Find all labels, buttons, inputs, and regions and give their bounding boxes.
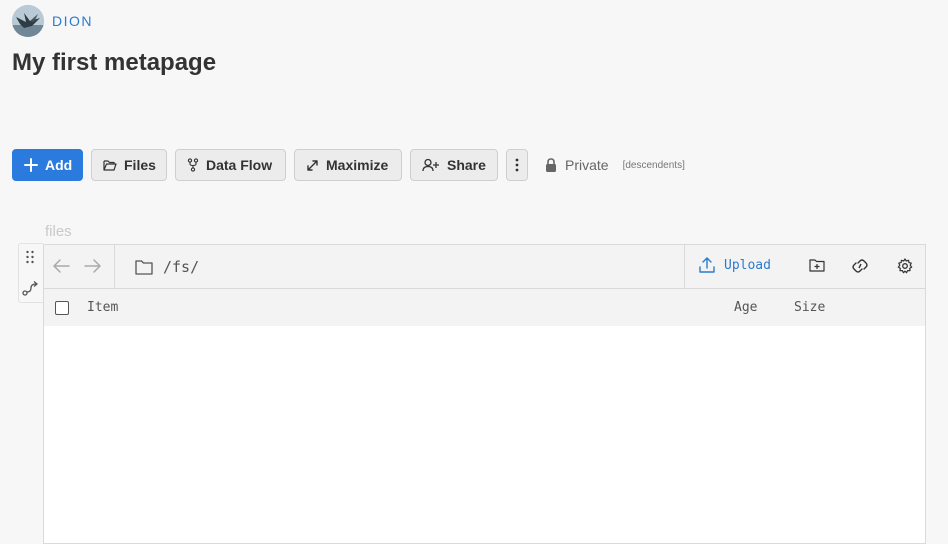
folder-icon <box>135 259 153 275</box>
file-browser-panel: /fs/ Upload Item Age Size <box>43 244 926 544</box>
link-icon[interactable] <box>851 258 869 279</box>
privacy-scope: [descendents] <box>622 159 685 171</box>
column-size[interactable]: Size <box>794 300 825 315</box>
maximize-button[interactable]: Maximize <box>294 149 402 181</box>
gear-icon[interactable] <box>897 258 913 279</box>
page-title: My first metapage <box>12 49 217 76</box>
folder-open-icon <box>103 159 117 171</box>
git-fork-icon <box>187 158 199 172</box>
file-list-header: Item Age Size <box>44 289 925 326</box>
current-path: /fs/ <box>163 257 200 276</box>
upload-label: Upload <box>724 257 771 273</box>
user-name[interactable]: DION <box>52 13 93 29</box>
bird-avatar-icon[interactable] <box>12 5 44 37</box>
share-button[interactable]: Share <box>410 149 498 181</box>
privacy-indicator[interactable]: Private [descendents] <box>545 157 685 173</box>
files-button-label: Files <box>124 157 156 173</box>
share-button-label: Share <box>447 157 486 173</box>
panel-title: files <box>45 223 72 240</box>
dataflow-button-label: Data Flow <box>206 157 273 173</box>
forward-arrow-icon[interactable] <box>84 258 102 279</box>
back-arrow-icon[interactable] <box>52 258 70 279</box>
upload-button[interactable]: Upload <box>699 257 771 273</box>
panel-side-handles <box>18 243 43 303</box>
add-button-label: Add <box>45 157 73 173</box>
column-age[interactable]: Age <box>734 300 757 315</box>
add-button[interactable]: Add <box>12 149 83 181</box>
upload-icon <box>699 257 715 273</box>
plus-icon <box>24 158 38 172</box>
drag-handle-icon[interactable] <box>25 250 35 269</box>
new-folder-icon[interactable] <box>809 258 825 277</box>
column-item[interactable]: Item <box>87 300 118 315</box>
toolbar: Add Files Data Flow Maximize Share Priva… <box>12 149 685 181</box>
connection-icon[interactable] <box>22 280 40 301</box>
maximize-button-label: Maximize <box>326 157 389 173</box>
maximize-icon <box>307 159 318 171</box>
more-vertical-icon <box>515 158 519 172</box>
user-plus-icon <box>422 158 439 172</box>
history-navigation <box>44 245 115 288</box>
privacy-label: Private <box>565 157 609 173</box>
select-all-checkbox[interactable] <box>55 301 69 315</box>
files-button[interactable]: Files <box>91 149 167 181</box>
file-nav-bar: /fs/ Upload <box>44 245 925 289</box>
lock-icon <box>546 158 556 172</box>
more-options-button[interactable] <box>506 149 528 181</box>
header: DION <box>12 5 93 37</box>
path-breadcrumb[interactable]: /fs/ <box>115 245 684 288</box>
file-actions: Upload <box>684 245 925 288</box>
dataflow-button[interactable]: Data Flow <box>175 149 286 181</box>
